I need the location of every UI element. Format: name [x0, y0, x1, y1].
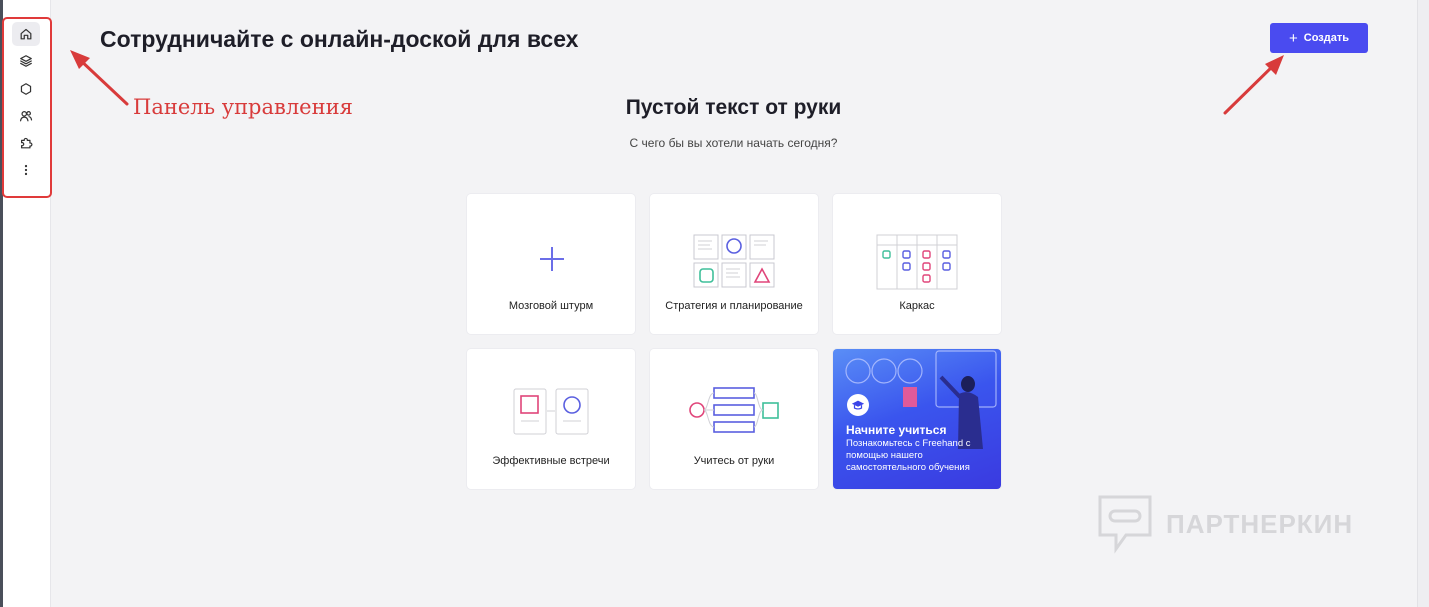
template-card-label: Мозговой штурм [508, 300, 594, 312]
meeting-cards-icon [513, 388, 589, 435]
create-button-label: Создать [1303, 32, 1349, 44]
graduation-cap-icon [847, 394, 869, 416]
template-card-kanban[interactable]: Каркас [833, 194, 1001, 334]
plus-icon [540, 247, 564, 271]
section-title: Пустой текст от руки [625, 96, 842, 119]
kanban-board-icon [876, 234, 958, 290]
watermark-logo-icon [1098, 495, 1152, 554]
watermark-text: ПАРТНЕРКИН [1166, 508, 1354, 539]
template-card-label: Стратегия и планирование [665, 300, 803, 312]
template-card-learn-freehand[interactable]: Учитесь от руки [650, 349, 818, 489]
page-title: Сотрудничайте с онлайн-доской для всех [100, 26, 579, 52]
plus-icon: + [1288, 29, 1298, 47]
template-card-label: Эффективные встречи [492, 455, 610, 467]
template-card-strategy[interactable]: Стратегия и планирование [650, 194, 818, 334]
start-learning-card[interactable]: Начните учиться Познакомьтесь с Freehand… [833, 349, 1001, 489]
scrollbar-track[interactable] [1417, 0, 1429, 607]
template-card-brainstorm[interactable]: Мозговой штурм [467, 194, 635, 334]
strategy-grid-icon [693, 234, 775, 288]
flow-diagram-icon [689, 387, 779, 433]
template-card-label: Каркас [899, 300, 935, 312]
start-learning-description: Познакомьтесь с Freehand с помощью нашег… [846, 438, 971, 473]
watermark: ПАРТНЕРКИН [1096, 493, 1353, 555]
create-button[interactable]: + Создать [1270, 23, 1368, 53]
section-subtitle: С чего бы вы хотели начать сегодня? [629, 136, 838, 150]
start-learning-title: Начните учиться [846, 423, 947, 437]
template-card-meetings[interactable]: Эффективные встречи [467, 349, 635, 489]
template-card-label: Учитесь от руки [693, 455, 775, 467]
